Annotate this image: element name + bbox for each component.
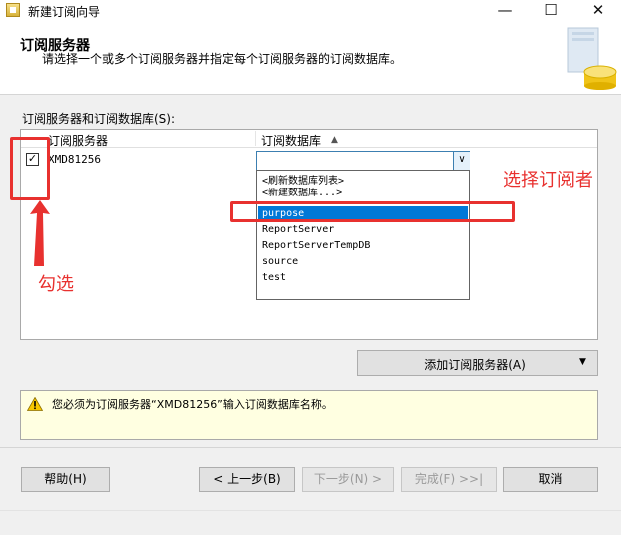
column-header-server[interactable]: 订阅服务器 xyxy=(48,132,108,149)
status-strip xyxy=(0,510,621,535)
dropdown-option-reportserver[interactable]: ReportServer xyxy=(258,222,468,238)
maximize-button[interactable]: ☐ xyxy=(528,0,574,22)
app-icon xyxy=(6,3,20,17)
close-button[interactable]: ✕ xyxy=(575,0,621,22)
database-select[interactable] xyxy=(256,151,470,171)
dropdown-arrow-icon[interactable]: ▼ xyxy=(579,357,586,367)
annotation-check: 勾选 xyxy=(38,274,74,295)
annotation-select-subscriber: 选择订阅者 xyxy=(503,170,593,191)
add-subscriber-label[interactable]: 添加订阅服务器(A) xyxy=(385,356,565,373)
column-header-database[interactable]: 订阅数据库 xyxy=(261,132,321,149)
sort-ascending-icon: ▲ xyxy=(331,135,338,145)
minimize-button[interactable]: — xyxy=(482,0,528,22)
finish-button[interactable]: 完成(F) >>| xyxy=(401,467,497,492)
help-button[interactable]: 帮助(H) xyxy=(21,467,110,492)
dropdown-option-new-database[interactable]: <新建数据库...> xyxy=(258,188,468,200)
subscriber-name: XMD81256 xyxy=(48,153,101,166)
subscriber-list-label: 订阅服务器和订阅数据库(S): xyxy=(22,112,176,126)
validation-message: 您必须为订阅服务器“XMD81256”输入订阅数据库名称。 xyxy=(52,398,333,411)
database-icon xyxy=(567,27,617,90)
dropdown-option-source[interactable]: source xyxy=(258,254,468,270)
chevron-down-icon[interactable]: ∨ xyxy=(453,152,470,170)
database-dropdown-list: <刷新数据库列表> <新建数据库...> purpose ReportServe… xyxy=(256,170,470,300)
dropdown-option-test[interactable]: test xyxy=(258,270,468,286)
annotation-highlight-checkbox xyxy=(10,137,50,200)
window-title: 新建订阅向导 xyxy=(28,5,101,19)
next-button[interactable]: 下一步(N) > xyxy=(302,467,394,492)
column-divider xyxy=(255,131,256,146)
page-subtitle: 请选择一个或多个订阅服务器并指定每个订阅服务器的订阅数据库。 xyxy=(42,52,403,66)
dropdown-option-reportservertempdb[interactable]: ReportServerTempDB xyxy=(258,238,468,254)
cancel-button[interactable]: 取消 xyxy=(503,467,598,492)
annotation-highlight-purpose xyxy=(230,201,515,222)
warning-icon xyxy=(27,397,43,411)
annotation-arrow-icon xyxy=(30,200,50,266)
previous-button[interactable]: < 上一步(B) xyxy=(199,467,295,492)
